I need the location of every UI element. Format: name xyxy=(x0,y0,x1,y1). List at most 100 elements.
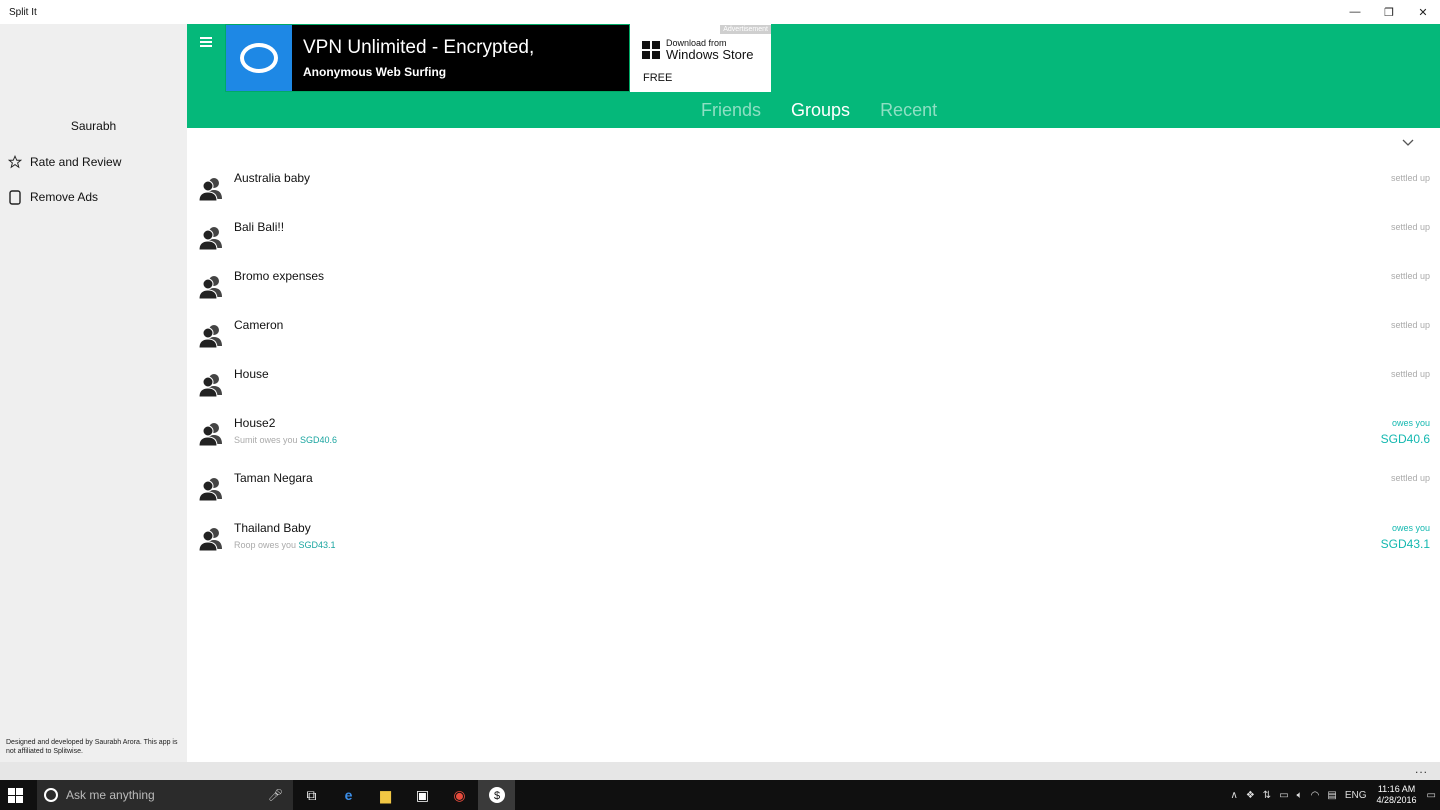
maximize-button[interactable]: ❐ xyxy=(1372,0,1406,24)
window-title: Split It xyxy=(9,6,37,18)
sidebar-item-label: Rate and Review xyxy=(30,155,122,169)
microphone-icon[interactable]: 🎤︎ xyxy=(268,788,283,802)
ad-price: FREE xyxy=(643,72,673,84)
group-status: settled up xyxy=(1390,320,1430,330)
action-center-icon[interactable]: ▭ xyxy=(1427,790,1436,801)
windows-start-icon xyxy=(8,787,23,803)
group-icon xyxy=(198,528,222,551)
app-header: VPN Unlimited - Encrypted, Anonymous Web… xyxy=(187,24,1440,128)
start-button[interactable] xyxy=(0,780,37,810)
clock-time: 11:16 AM xyxy=(1377,784,1416,794)
group-icon xyxy=(198,374,222,397)
ad-headline: VPN Unlimited - Encrypted, xyxy=(303,37,535,58)
battery-icon[interactable]: ▭ xyxy=(1279,790,1288,801)
clock-date: 4/28/2016 xyxy=(1376,795,1417,805)
group-name: House2 xyxy=(234,416,276,430)
cortana-search-box[interactable]: Ask me anything 🎤︎ xyxy=(37,780,293,810)
volume-muted-icon[interactable]: 🔈︎ xyxy=(1297,790,1303,801)
group-balance-detail: Sumit owes you SGD40.6 xyxy=(234,435,337,445)
clock[interactable]: 11:16 AM 4/28/2016 xyxy=(1377,784,1417,806)
splitit-app-icon[interactable]: $ xyxy=(478,780,515,810)
tray-chevron-up-icon[interactable]: ∧ xyxy=(1231,790,1238,801)
ad-store-name: Windows Store xyxy=(666,47,754,62)
wifi-icon[interactable]: ◠ xyxy=(1311,790,1320,801)
balance-detail-amount: SGD43.1 xyxy=(298,540,336,550)
app-bottom-bar: ... xyxy=(0,762,1440,780)
device-icon xyxy=(0,189,30,205)
sidebar-item-remove-ads[interactable]: Remove Ads xyxy=(0,182,187,212)
window-controls: — ❐ ✕ xyxy=(1338,0,1440,24)
group-row[interactable]: Bromo expenses settled up xyxy=(187,269,1440,317)
group-name: House xyxy=(234,367,269,381)
star-icon xyxy=(0,155,30,169)
more-options-button[interactable]: ... xyxy=(1415,762,1428,776)
username: Saurabh xyxy=(70,119,117,133)
file-explorer-icon[interactable]: ▆ xyxy=(367,780,404,810)
group-balance-detail: Roop owes you SGD43.1 xyxy=(234,540,336,550)
ad-content: VPN Unlimited - Encrypted, Anonymous Web… xyxy=(225,24,630,92)
group-name: Thailand Baby xyxy=(234,521,311,535)
notes-icon[interactable]: ▤ xyxy=(1327,790,1336,801)
group-status: settled up xyxy=(1390,271,1430,281)
search-placeholder: Ask me anything xyxy=(66,788,155,802)
group-row[interactable]: House settled up xyxy=(187,367,1440,415)
group-amount: SGD40.6 xyxy=(1380,432,1430,446)
group-name: Taman Negara xyxy=(234,471,313,485)
balance-detail-amount: SGD40.6 xyxy=(300,435,338,445)
chevron-down-icon[interactable] xyxy=(1402,136,1414,150)
tab-groups[interactable]: Groups xyxy=(791,100,850,121)
edge-browser-icon[interactable]: e xyxy=(330,780,367,810)
balance-detail-text: Sumit owes you xyxy=(234,435,301,445)
group-row[interactable]: Cameron settled up xyxy=(187,318,1440,366)
group-status: owes you xyxy=(1391,523,1430,533)
group-row[interactable]: Australia baby settled up xyxy=(187,171,1440,219)
group-row[interactable]: Thailand Baby Roop owes you SGD43.1 owes y… xyxy=(187,521,1440,569)
tab-recent[interactable]: Recent xyxy=(880,100,937,121)
group-icon xyxy=(198,423,222,446)
group-status: settled up xyxy=(1390,473,1430,483)
group-name: Australia baby xyxy=(234,171,311,185)
group-row[interactable]: Taman Negara settled up xyxy=(187,471,1440,519)
title-bar: Split It — ❐ ✕ xyxy=(0,0,1440,24)
group-amount: SGD43.1 xyxy=(1380,537,1430,551)
group-status: settled up xyxy=(1390,173,1430,183)
sidebar-item-label: Remove Ads xyxy=(30,190,99,204)
svg-text:$: $ xyxy=(493,790,499,802)
store-icon[interactable]: ▣ xyxy=(404,780,441,810)
group-name: Cameron xyxy=(234,318,284,332)
minimize-button[interactable]: — xyxy=(1338,0,1372,24)
group-status: owes you xyxy=(1391,418,1430,428)
tab-bar: Friends Groups Recent xyxy=(701,100,937,121)
group-row[interactable]: House2 Sumit owes you SGD40.6 owes you SGD4… xyxy=(187,416,1440,464)
advertisement-banner[interactable]: VPN Unlimited - Encrypted, Anonymous Web… xyxy=(225,24,771,92)
sidebar-footer: Designed and developed by Saurabh Arora.… xyxy=(6,739,178,755)
windows-logo-icon xyxy=(642,41,660,59)
sidebar-item-rate-review[interactable]: Rate and Review xyxy=(0,147,187,177)
group-icon xyxy=(198,325,222,348)
cortana-icon xyxy=(44,788,58,802)
tab-friends[interactable]: Friends xyxy=(701,100,761,121)
groups-list: Australia baby settled up Bali Bali!! settl… xyxy=(187,128,1440,762)
group-icon xyxy=(198,276,222,299)
system-tray: ∧ ❖ ⇅ ▭ 🔈︎ ◠ ▤ ENG 11:16 AM 4/28/2016 ▭ xyxy=(1227,780,1440,810)
balance-detail-text: Roop owes you xyxy=(234,540,299,550)
ad-subline: Anonymous Web Surfing xyxy=(303,65,447,79)
close-button[interactable]: ✕ xyxy=(1406,0,1440,24)
language-indicator[interactable]: ENG xyxy=(1345,790,1367,801)
sidebar: Saurabh Rate and Review Remove Ads Desig… xyxy=(0,24,187,762)
taskbar: Ask me anything 🎤︎ ⧉ e ▆ ▣ ◉ $ ∧ ❖ ⇅ ▭ 🔈… xyxy=(0,780,1440,810)
group-row[interactable]: Bali Bali!! settled up xyxy=(187,220,1440,268)
hamburger-menu-icon[interactable] xyxy=(200,37,212,49)
ad-store-panel: Advertisement Download from Windows Stor… xyxy=(630,24,771,92)
network-status-icon[interactable]: ⇅ xyxy=(1263,790,1271,801)
dropbox-icon[interactable]: ❖ xyxy=(1246,790,1255,801)
group-name: Bali Bali!! xyxy=(234,220,285,234)
group-icon xyxy=(198,227,222,250)
chrome-icon[interactable]: ◉ xyxy=(441,780,478,810)
ad-tag: Advertisement xyxy=(720,25,771,34)
group-status: settled up xyxy=(1390,369,1430,379)
vpn-logo-icon xyxy=(226,25,292,91)
group-name: Bromo expenses xyxy=(234,269,325,283)
task-view-icon[interactable]: ⧉ xyxy=(293,780,330,810)
group-icon xyxy=(198,178,222,201)
